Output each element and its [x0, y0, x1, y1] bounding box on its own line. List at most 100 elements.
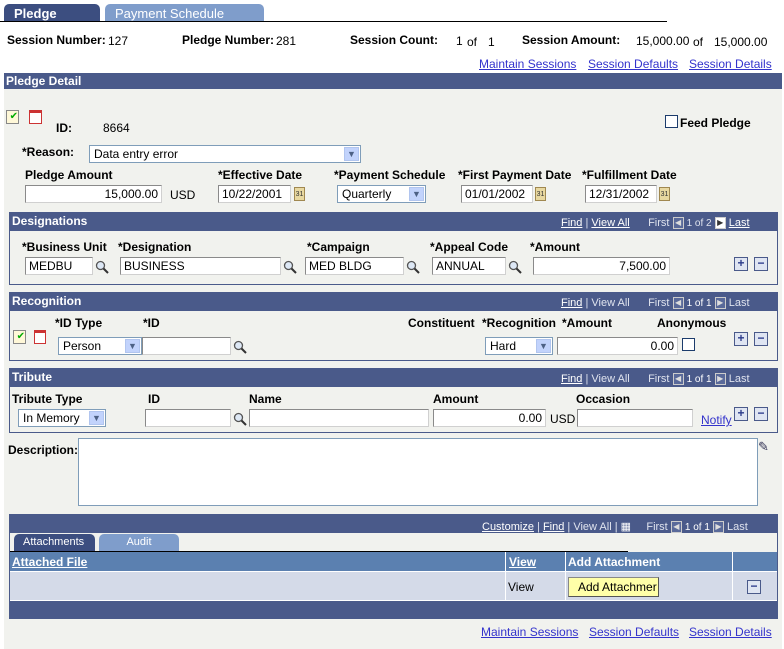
- chevron-down-icon: ▼: [536, 339, 551, 353]
- appeal-code-header: *Appeal Code: [430, 240, 509, 254]
- next-icon[interactable]: ▶: [714, 217, 726, 230]
- session-count-total: 1: [488, 35, 495, 49]
- tribute-currency: USD: [550, 412, 576, 426]
- lookup-icon[interactable]: [95, 260, 109, 274]
- find-link[interactable]: Find: [561, 217, 582, 229]
- business-unit-header: *Business Unit: [22, 240, 107, 254]
- pledge-number: 281: [276, 34, 297, 48]
- last-label: Last: [728, 297, 750, 309]
- business-unit-input[interactable]: MEDBU: [25, 257, 93, 275]
- recognition-id-input[interactable]: [142, 337, 231, 355]
- calendar-icon[interactable]: 31: [294, 187, 305, 201]
- grid-nav: Find | View All First ◀ 1 of 1 ▶ Last: [561, 297, 750, 310]
- session-number: 127: [108, 34, 129, 48]
- lookup-icon[interactable]: [283, 260, 297, 274]
- session-defaults-link[interactable]: Session Defaults: [589, 625, 679, 639]
- next-icon: ▶: [712, 521, 724, 534]
- maintain-sessions-link[interactable]: Maintain Sessions: [481, 625, 578, 639]
- tribute-amount-input[interactable]: 0.00: [433, 409, 546, 427]
- recognition-select[interactable]: Hard ▼: [485, 337, 553, 355]
- last-link[interactable]: Last: [729, 217, 750, 229]
- designation-input[interactable]: BUSINESS: [120, 257, 281, 275]
- notify-link[interactable]: Notify: [701, 413, 732, 427]
- row-count: 1 of 1: [684, 522, 710, 533]
- chevron-down-icon: ▼: [344, 147, 359, 161]
- designation-amount-input[interactable]: 7,500.00: [533, 257, 670, 275]
- add-row-button[interactable]: +: [734, 257, 748, 271]
- tribute-type-value: In Memory: [23, 411, 80, 425]
- view-all-text: View All: [591, 297, 630, 309]
- first-payment-date-input[interactable]: 01/01/2002: [461, 185, 533, 203]
- currency-label: USD: [170, 188, 196, 202]
- appeal-code-input[interactable]: ANNUAL: [432, 257, 506, 275]
- anonymous-checkbox[interactable]: [682, 338, 695, 351]
- attachments-table-header: [10, 552, 777, 571]
- add-attachment-button[interactable]: Add Attachmer: [568, 577, 659, 597]
- pledge-amount-label: Pledge Amount: [25, 168, 113, 182]
- delete-row-button[interactable]: −: [747, 580, 761, 594]
- attached-file-column-header[interactable]: Attached File: [12, 555, 87, 569]
- tribute-id-input[interactable]: [145, 409, 231, 427]
- tab-pledge-adjust[interactable]: Pledge Adjust: [4, 4, 100, 36]
- delete-row-button[interactable]: −: [754, 257, 768, 271]
- session-defaults-link[interactable]: Session Defaults: [588, 57, 678, 71]
- chevron-down-icon: ▼: [89, 411, 104, 425]
- view-all-text: View All: [591, 373, 630, 385]
- tribute-name-input[interactable]: [249, 409, 429, 427]
- effective-date-input[interactable]: 10/22/2001: [218, 185, 291, 203]
- session-number-label: Session Number:: [7, 33, 106, 47]
- validate-icon[interactable]: ✔: [13, 330, 26, 344]
- validate-icon[interactable]: ✔: [6, 110, 19, 124]
- row-count: 1 of 1: [686, 374, 712, 385]
- find-link[interactable]: Find: [561, 297, 582, 309]
- calendar-icon[interactable]: 31: [659, 187, 670, 201]
- lookup-icon[interactable]: [406, 260, 420, 274]
- view-all-link[interactable]: View All: [591, 217, 629, 229]
- feed-pledge-checkbox[interactable]: [665, 115, 678, 128]
- tribute-type-select[interactable]: In Memory ▼: [18, 409, 106, 427]
- add-row-button[interactable]: +: [734, 332, 748, 346]
- tab-payment-schedule-adjust[interactable]: Payment Schedule Adjust: [105, 4, 264, 36]
- session-amount-label: Session Amount:: [522, 33, 621, 47]
- download-grid-icon[interactable]: ▦: [621, 521, 631, 533]
- customize-link[interactable]: Customize: [482, 521, 534, 533]
- lookup-icon[interactable]: [233, 340, 247, 354]
- row-count: 1 of 2: [686, 218, 712, 229]
- session-details-link[interactable]: Session Details: [689, 57, 772, 71]
- lookup-icon[interactable]: [508, 260, 522, 274]
- find-link[interactable]: Find: [561, 373, 582, 385]
- recognition-amount-input[interactable]: 0.00: [557, 337, 678, 355]
- tab-audit[interactable]: Audit: [99, 534, 179, 551]
- add-row-button[interactable]: +: [734, 407, 748, 421]
- pledge-amount-input[interactable]: 15,000.00: [25, 185, 162, 203]
- recognition-value: Hard: [490, 339, 517, 353]
- campaign-input[interactable]: MED BLDG: [305, 257, 404, 275]
- last-label: Last: [727, 521, 748, 533]
- description-label: Description:: [8, 443, 79, 457]
- previous-icon: ◀: [672, 373, 684, 386]
- report-icon[interactable]: [29, 110, 42, 124]
- view-column-header[interactable]: View: [509, 555, 536, 569]
- designation-header: *Designation: [118, 240, 192, 254]
- view-all-text: View All: [573, 521, 612, 533]
- session-count-label: Session Count:: [350, 33, 439, 47]
- payment-schedule-select[interactable]: Quarterly ▼: [337, 185, 426, 203]
- reason-select[interactable]: Data entry error ▼: [89, 145, 361, 163]
- fulfillment-date-input[interactable]: 12/31/2002: [585, 185, 657, 203]
- spell-check-icon[interactable]: ✎: [758, 439, 769, 455]
- calendar-icon[interactable]: 31: [535, 187, 546, 201]
- description-textarea[interactable]: [78, 438, 758, 506]
- session-amount-total: 15,000.00: [714, 35, 768, 49]
- report-icon[interactable]: [34, 330, 46, 344]
- session-details-link[interactable]: Session Details: [689, 625, 772, 639]
- find-link[interactable]: Find: [543, 521, 564, 533]
- of-text: of: [693, 35, 704, 49]
- tab-attachments[interactable]: Attachments: [14, 534, 95, 551]
- id-type-select[interactable]: Person ▼: [58, 337, 142, 355]
- delete-row-button[interactable]: −: [754, 407, 768, 421]
- delete-row-button[interactable]: −: [754, 332, 768, 346]
- feed-pledge-label: Feed Pledge: [680, 116, 751, 130]
- maintain-sessions-link[interactable]: Maintain Sessions: [479, 57, 576, 71]
- lookup-icon[interactable]: [233, 412, 247, 426]
- occasion-input[interactable]: [577, 409, 693, 427]
